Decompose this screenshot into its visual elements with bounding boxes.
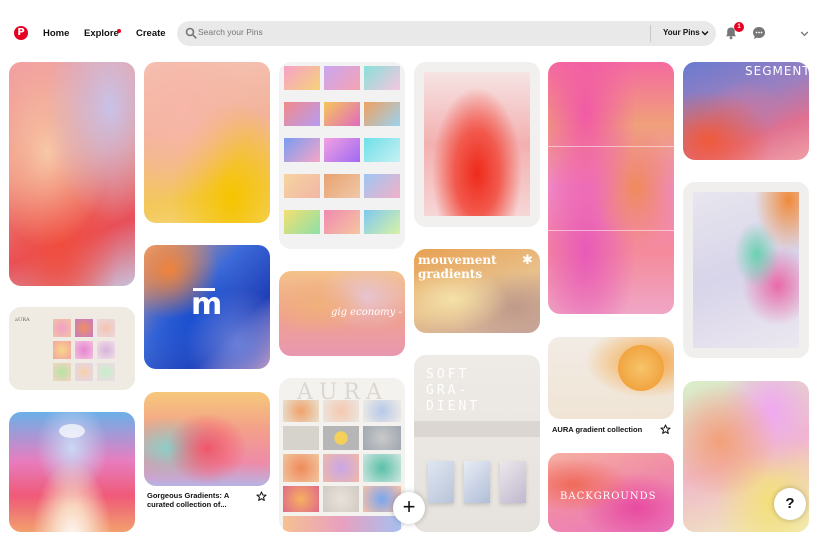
nav-home[interactable]: Home [43, 28, 69, 39]
pin-text: mouvement gradients [418, 253, 497, 281]
pin-image[interactable] [279, 62, 405, 249]
messages-icon[interactable] [752, 26, 766, 40]
pin-image[interactable] [683, 182, 809, 358]
notification-count-badge: 1 [734, 22, 744, 32]
pin-image[interactable]: mouvement gradients ✱ [414, 249, 540, 333]
nav-create[interactable]: Create [136, 28, 166, 39]
pinterest-logo-icon[interactable]: P [14, 26, 28, 40]
pin-image[interactable]: BACKGROUNDS [548, 453, 674, 532]
add-button[interactable]: + [393, 492, 425, 524]
pin-image[interactable] [414, 62, 540, 227]
pin-image[interactable] [144, 62, 270, 223]
explore-notification-dot [117, 29, 121, 33]
star-icon[interactable] [256, 491, 267, 502]
search-icon [185, 27, 197, 39]
search-scope-selector[interactable]: Your Pins [663, 28, 700, 37]
pin-image[interactable] [144, 392, 270, 486]
account-menu-chevron-icon[interactable] [800, 29, 809, 38]
nav-explore[interactable]: Explore [84, 28, 119, 39]
pin-image[interactable]: SOFT GRA- DIENT [414, 355, 540, 532]
pin-text: SOFT GRA- DIENT [426, 367, 481, 414]
search-input[interactable]: Search your Pins [198, 27, 263, 37]
pin-caption[interactable]: AURA gradient collection [552, 425, 662, 434]
pin-caption[interactable]: Gorgeous Gradients: A curated collection… [147, 491, 245, 509]
chevron-down-icon[interactable] [701, 29, 709, 37]
pin-image[interactable] [9, 62, 135, 286]
pin-image[interactable]: gig economy - [279, 271, 405, 356]
star-icon[interactable] [660, 424, 671, 435]
pin-image[interactable]: SEGMENT [683, 62, 809, 160]
search-divider [650, 25, 651, 42]
top-navigation-bar: P Home Explore Create Search your Pins Y… [0, 0, 819, 62]
pin-text: BACKGROUNDS [560, 491, 657, 502]
help-button[interactable]: ? [774, 488, 806, 520]
pin-image[interactable] [9, 412, 135, 532]
pin-image[interactable] [548, 62, 674, 314]
pin-text: gig economy - [331, 307, 402, 318]
pin-logo-text: m [191, 287, 223, 322]
pin-image[interactable]: AURA [279, 378, 405, 532]
pin-image[interactable] [548, 337, 674, 419]
pin-image[interactable]: aURA [9, 307, 135, 390]
search-bar[interactable]: Search your Pins Your Pins [177, 21, 716, 46]
pin-image[interactable]: m [144, 245, 270, 369]
pin-text: SEGMENT [745, 64, 809, 78]
